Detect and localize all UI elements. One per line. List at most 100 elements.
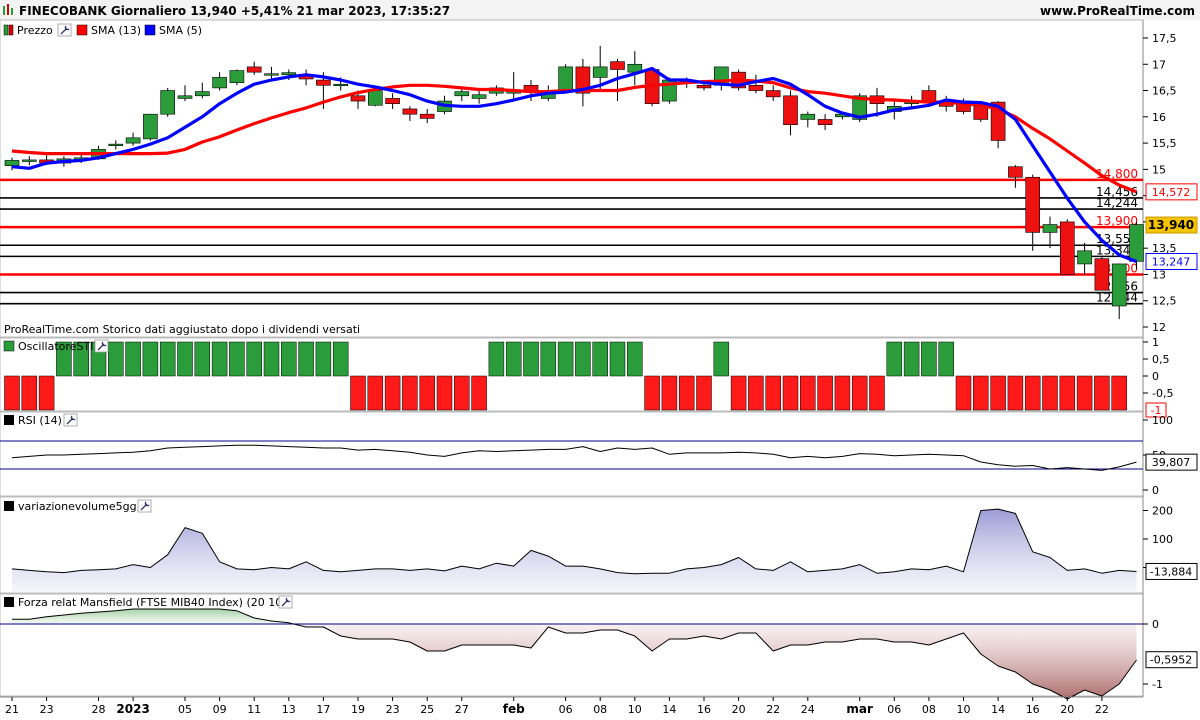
x-tick-label: mar [846, 702, 873, 716]
x-tick-label: 17 [316, 703, 330, 716]
color-square-icon [4, 597, 14, 607]
osc-bar-16 [281, 341, 297, 377]
wrench-icon[interactable] [57, 23, 72, 37]
osc-bar-63 [1094, 375, 1110, 411]
osc-tick-label: 0,5 [1152, 353, 1170, 366]
wrench-icon[interactable] [63, 413, 78, 427]
price-tick-label: 15 [1152, 163, 1166, 176]
chart-title: FINECOBANK Giornaliero 13,940 +5,41% 21 … [19, 4, 450, 18]
price-tick-label: 15,5 [1152, 137, 1177, 150]
candle-13 [229, 69, 245, 86]
osc-bar-36 [627, 341, 643, 377]
candle-body-down [402, 108, 418, 115]
osc-bar-34 [592, 341, 608, 377]
osc-bar-38 [661, 375, 678, 411]
price-badge: 13,247 [1152, 255, 1191, 268]
rsi-badge: 39,807 [1152, 456, 1191, 469]
rsi-tick-label: 0 [1152, 484, 1159, 497]
osc-bar-52 [903, 341, 920, 377]
osc-bar-0 [4, 375, 20, 411]
osc-bar-25 [436, 375, 453, 411]
rsi-label: RSI (14) [18, 414, 62, 427]
osc-bar-26 [454, 375, 470, 411]
vol-tick-label: 200 [1152, 505, 1173, 518]
x-tick-label: 22 [766, 703, 780, 716]
osc-bar-53 [921, 341, 937, 377]
osc-bar-44 [765, 375, 781, 411]
legend-price-label: Prezzo [17, 24, 53, 37]
vol-tick-label: 100 [1152, 533, 1173, 546]
price-tick-label: 13 [1152, 268, 1166, 281]
x-tick-label: 06 [559, 703, 573, 716]
x-tick-label: 11 [247, 703, 261, 716]
osc-bar-19 [332, 341, 349, 377]
osc-bar-24 [419, 375, 435, 411]
candle-8 [143, 113, 158, 141]
osc-bar-55 [955, 375, 972, 411]
candle-body-up [4, 160, 20, 166]
color-square-icon [144, 24, 156, 36]
candle-body-up [800, 113, 816, 120]
site-link[interactable]: www.ProRealTime.com [1040, 4, 1195, 18]
osc-tick-label: 1 [1152, 336, 1159, 349]
osc-bar-30 [523, 341, 539, 377]
osc-bar-35 [609, 341, 626, 377]
candle-body-up [229, 70, 245, 83]
candle-body-up [125, 137, 141, 144]
osc-bar-8 [142, 341, 159, 377]
candle-61 [1060, 219, 1075, 275]
osc-bar-41 [713, 341, 730, 377]
candle-body-down [1094, 258, 1110, 291]
wrench-icon[interactable] [94, 339, 109, 353]
osc-bar-33 [575, 341, 591, 377]
x-tick-label: 14 [991, 703, 1005, 716]
candle-body-down [316, 79, 331, 86]
osc-bar-23 [402, 375, 418, 411]
osc-bar-10 [177, 341, 193, 377]
candle-body-down [1025, 176, 1040, 233]
osc-bar-60 [1042, 375, 1058, 411]
legend-sma13-label: SMA (13) [91, 24, 141, 37]
x-tick-label: feb [503, 702, 525, 716]
osc-bar-37 [644, 375, 660, 411]
mans-badge: -0,5952 [1150, 654, 1192, 667]
x-tick-label: 25 [420, 703, 434, 716]
x-tick-label: 19 [351, 703, 365, 716]
osc-bar-27 [471, 375, 487, 411]
x-tick-label: 20 [732, 703, 746, 716]
color-square-icon [3, 340, 15, 352]
candle-body-up [177, 95, 193, 99]
mansfield-legend: Forza relat Mansfield (FTSE MIB40 Index)… [4, 595, 293, 609]
wrench-icon[interactable] [278, 595, 293, 609]
level-label: 14,800 [1096, 167, 1138, 181]
osc-bar-54 [938, 341, 954, 377]
osc-bar-11 [194, 341, 211, 377]
osc-bar-31 [540, 341, 557, 377]
x-tick-label: 13 [282, 703, 296, 716]
vol-badge: -13,884 [1150, 565, 1192, 578]
candle-body-down [246, 66, 262, 73]
candle-body-down [385, 98, 400, 104]
candle-body-up [264, 73, 279, 76]
osc-bar-13 [229, 341, 245, 377]
level-label: 14,244 [1096, 196, 1138, 210]
wrench-icon[interactable] [137, 499, 152, 513]
rsi-tick-label: 100 [1152, 414, 1173, 427]
candle-body-up [454, 91, 470, 97]
x-tick-label: 05 [178, 703, 192, 716]
candle-body-up [1077, 250, 1092, 265]
osc-bar-51 [886, 341, 903, 377]
osc-bar-2 [38, 375, 55, 411]
x-tick-label: 14 [662, 703, 676, 716]
osc-bar-43 [748, 375, 764, 411]
rsi-panel[interactable] [0, 411, 1144, 497]
osc-tick-label: 0 [1152, 370, 1159, 383]
adjusted-data-note: ProRealTime.com Storico dati aggiustato … [4, 323, 360, 336]
osc-bar-57 [990, 375, 1006, 411]
candle-body-up [1129, 224, 1144, 262]
osc-bar-21 [367, 375, 384, 411]
candle-body-down [419, 113, 435, 119]
osc-bar-46 [800, 375, 816, 411]
osc-bar-7 [125, 341, 141, 377]
color-square-icon [76, 24, 88, 36]
